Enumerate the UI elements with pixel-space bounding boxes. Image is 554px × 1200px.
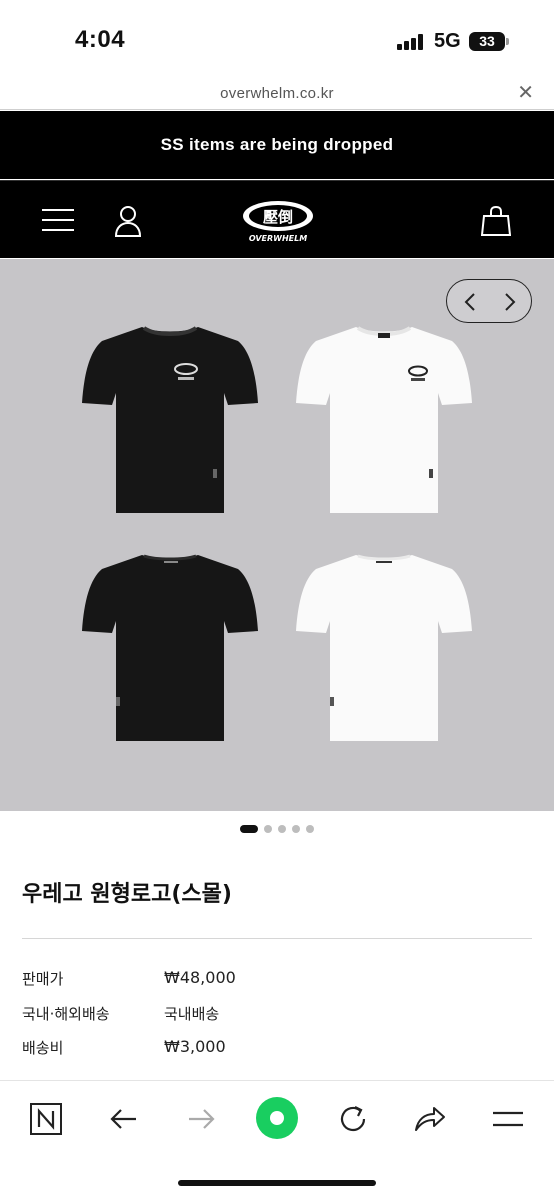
white-tshirt-front-image: [296, 326, 472, 513]
menu-icon[interactable]: [42, 209, 74, 231]
battery-level: 33: [479, 33, 495, 49]
shipping-region-label: 국내·해외배송: [22, 1005, 110, 1023]
price-label: 판매가: [22, 970, 64, 988]
brand-logo[interactable]: 壓倒 OVERWHELM: [240, 198, 316, 244]
price-row: 판매가 ₩48,000: [22, 968, 532, 990]
product-title: 우레고 원형로고(스몰): [22, 882, 232, 907]
gallery-pagination: [240, 825, 320, 833]
divider: [22, 938, 532, 939]
pagination-dot[interactable]: [306, 825, 314, 833]
site-header: 壓倒 OVERWHELM: [0, 180, 554, 258]
menu-lines-icon[interactable]: [488, 1099, 528, 1139]
status-time: 4:04: [75, 26, 126, 53]
close-icon[interactable]: ✕: [517, 82, 534, 104]
shipping-fee-value: ₩3,000: [164, 1037, 226, 1056]
black-tshirt-back-image: [82, 554, 258, 741]
cellular-signal-icon: [397, 34, 425, 50]
pagination-dot[interactable]: [292, 825, 300, 833]
product-image-gallery[interactable]: [0, 259, 554, 811]
home-indicator: [178, 1180, 376, 1186]
battery-tip: [506, 38, 509, 45]
naver-n-icon[interactable]: [26, 1099, 66, 1139]
white-tshirt-back-image: [296, 554, 472, 741]
shipping-region-row: 국내·해외배송 국내배송: [22, 1003, 532, 1025]
shipping-fee-label: 배송비: [22, 1039, 64, 1057]
pagination-dot[interactable]: [264, 825, 272, 833]
slider-nav: [446, 279, 532, 323]
announcement-banner[interactable]: SS items are being dropped: [0, 111, 554, 179]
shipping-fee-row: 배송비 ₩3,000: [22, 1037, 532, 1059]
announcement-text[interactable]: SS items are being dropped: [0, 111, 554, 179]
price-value: ₩48,000: [164, 968, 236, 987]
logo-wordmark: OVERWHELM: [249, 234, 307, 243]
chevron-left-icon[interactable]: [447, 280, 490, 324]
black-tshirt-front-image: [82, 326, 258, 513]
logo-glyphs: 壓倒: [263, 208, 293, 226]
network-type: 5G: [434, 30, 461, 52]
shipping-region-value: 국내배송: [164, 1005, 220, 1023]
user-icon[interactable]: [114, 205, 142, 237]
battery-icon: 33: [469, 32, 505, 51]
reload-icon[interactable]: [333, 1099, 373, 1139]
back-arrow-icon[interactable]: [104, 1099, 144, 1139]
pagination-dot-active[interactable]: [240, 825, 258, 833]
status-bar: 4:04 5G 33: [0, 0, 554, 78]
chevron-right-icon[interactable]: [490, 280, 533, 324]
forward-arrow-icon[interactable]: [181, 1099, 221, 1139]
share-icon[interactable]: [410, 1099, 450, 1139]
shopping-bag-icon[interactable]: [481, 205, 511, 237]
pagination-dot[interactable]: [278, 825, 286, 833]
url-text[interactable]: overwhelm.co.kr: [0, 85, 554, 102]
green-dot-icon[interactable]: [254, 1095, 300, 1141]
address-bar[interactable]: overwhelm.co.kr ✕: [0, 78, 554, 110]
